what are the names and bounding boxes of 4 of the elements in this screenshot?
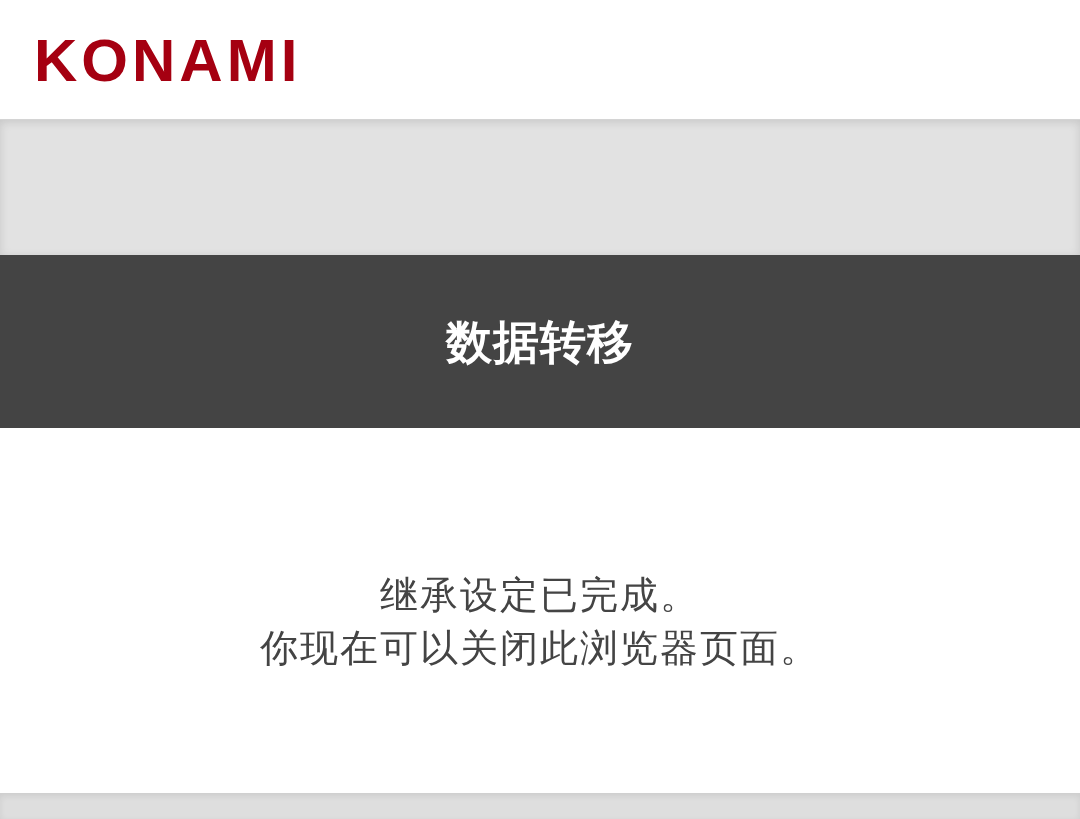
page-title: 数据转移 [446, 318, 634, 365]
konami-logo: KONAMI [34, 30, 302, 91]
message-text: 你现在可以关闭此浏览器页面。 [260, 625, 820, 671]
message-text: 继承设定已完成。 [380, 572, 700, 618]
